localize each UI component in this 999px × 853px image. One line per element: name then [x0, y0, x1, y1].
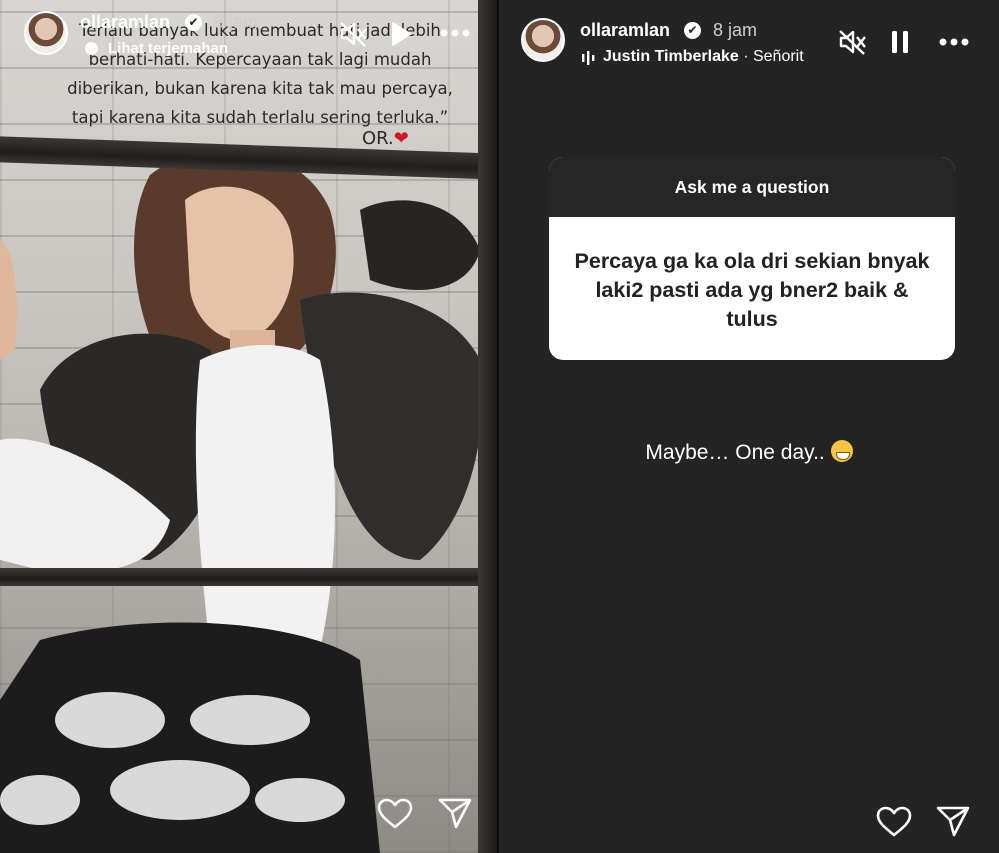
- username[interactable]: ollaramlan: [580, 20, 670, 41]
- music-label: Justin Timberlake · Señorit: [603, 48, 817, 66]
- avatar[interactable]: [521, 18, 565, 62]
- music-title: Señorit: [752, 48, 804, 65]
- avatar[interactable]: [24, 11, 68, 55]
- post-time: 8 jam: [214, 12, 259, 32]
- more-icon[interactable]: [440, 29, 470, 37]
- music-bars-icon: [582, 51, 595, 65]
- pause-icon[interactable]: [891, 30, 909, 54]
- post-time: 8 jam: [713, 20, 758, 40]
- play-icon[interactable]: [390, 21, 412, 47]
- music-artist: Justin Timberlake: [603, 48, 739, 65]
- quote-signature: OR.❤: [362, 128, 409, 149]
- more-icon[interactable]: [939, 38, 969, 46]
- verified-badge-icon: ✔: [684, 22, 701, 39]
- music-sticker[interactable]: Justin Timberlake · Señorit: [579, 48, 819, 70]
- send-icon[interactable]: [936, 805, 970, 837]
- question-sticker[interactable]: Ask me a question Percaya ga ka ola dri …: [549, 157, 955, 360]
- grinning-face-emoji-icon: [830, 440, 853, 462]
- window-frame-middle: [0, 568, 497, 586]
- story-right[interactable]: ollaramlan ✔ 8 jam Justin Timberlake · S…: [499, 0, 999, 853]
- question-sticker-header: Ask me a question: [549, 157, 955, 217]
- mute-icon[interactable]: [339, 21, 367, 47]
- heart-icon[interactable]: [377, 798, 413, 830]
- story-left[interactable]: Terlalu banyak luka membuat hati jadi le…: [0, 0, 497, 853]
- translate-icon: [85, 42, 98, 55]
- signature-text: OR.: [362, 128, 394, 149]
- quote-line: tapi karena kita sudah terlalu sering te…: [71, 108, 449, 127]
- verified-badge-icon: ✔: [185, 14, 202, 31]
- music-separator: ·: [738, 48, 753, 65]
- send-icon[interactable]: [438, 797, 472, 829]
- window-frame-right: [478, 0, 497, 853]
- heart-emoji: ❤: [393, 128, 409, 149]
- quote-line: diberikan, bukan karena kita tak mau per…: [67, 79, 453, 98]
- mute-icon[interactable]: [838, 29, 866, 55]
- heart-icon[interactable]: [876, 806, 912, 838]
- quote-text: Terlalu banyak luka membuat hati jadi le…: [40, 16, 480, 132]
- quote-line: berhati-hati. Kepercayaan tak lagi mudah: [88, 50, 432, 69]
- username[interactable]: ollaramlan: [80, 12, 170, 33]
- answer-text-block: Maybe… One day..: [499, 440, 999, 465]
- translate-link[interactable]: Lihat terjemahan: [108, 40, 228, 57]
- question-text: Percaya ga ka ola dri sekian bnyak laki2…: [574, 249, 930, 331]
- answer-text: Maybe… One day..: [645, 441, 825, 464]
